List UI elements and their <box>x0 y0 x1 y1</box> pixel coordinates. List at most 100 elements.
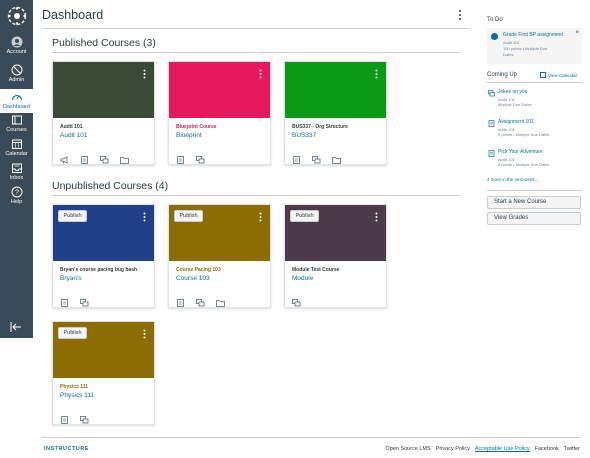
nav-account[interactable]: Account <box>0 36 33 60</box>
assignments-icon[interactable] <box>60 294 69 307</box>
todo-title[interactable]: Grade First BP assignment <box>503 32 563 38</box>
course-code[interactable]: Module <box>292 275 313 282</box>
course-card[interactable]: Publish Bryan's course pacing bug bash Bry… <box>52 204 155 308</box>
card-options-icon[interactable] <box>259 69 262 79</box>
unpublished-divider <box>52 195 459 196</box>
course-card-header[interactable] <box>169 62 270 118</box>
course-code[interactable]: Blueprint <box>176 132 202 139</box>
publish-button[interactable]: Publish <box>290 210 319 222</box>
card-options-icon[interactable] <box>143 329 146 339</box>
course-card-header[interactable] <box>53 62 154 118</box>
card-options-icon[interactable] <box>375 212 378 222</box>
discussions-icon[interactable] <box>196 151 205 164</box>
course-code[interactable]: Audit 101 <box>60 132 87 139</box>
course-name[interactable]: Module Test Course <box>292 267 339 273</box>
start-new-course-button[interactable]: Start a New Course <box>487 196 581 209</box>
nav-admin[interactable]: Admin <box>0 64 33 88</box>
discussions-icon[interactable] <box>100 151 109 164</box>
publish-button[interactable]: Publish <box>58 327 87 339</box>
coming-up-title[interactable]: Jokes on you <box>498 89 527 95</box>
course-name[interactable]: Course Pacing 103 <box>176 267 221 273</box>
footer-link-twitter[interactable]: Twitter <box>564 446 580 452</box>
view-calendar-label: View Calendar <box>548 73 578 78</box>
instructure-logo[interactable]: INSTRUCTURE <box>44 446 89 452</box>
footer-link-facebook[interactable]: Facebook <box>535 446 559 452</box>
nav-inbox-label: Inbox <box>9 175 24 181</box>
collapse-nav-icon[interactable] <box>10 322 22 332</box>
course-name[interactable]: Audit 101 <box>60 124 83 130</box>
nav-inbox[interactable]: Inbox <box>0 162 33 186</box>
files-icon[interactable] <box>120 151 129 164</box>
assignments-icon[interactable] <box>176 294 185 307</box>
course-card[interactable]: Blueprint Course Blueprint <box>168 61 271 165</box>
view-grades-button[interactable]: View Grades <box>487 212 581 225</box>
footer-link-open-source[interactable]: Open Source LMS <box>385 446 430 452</box>
nav-courses-label: Courses <box>6 127 27 133</box>
course-card-actions <box>60 294 89 307</box>
assignments-icon[interactable] <box>176 151 185 164</box>
card-options-icon[interactable] <box>143 69 146 79</box>
course-card[interactable]: BUS337 - Org Structure BUS337 <box>284 61 387 165</box>
discussions-icon[interactable] <box>196 294 205 307</box>
header-divider <box>42 28 469 29</box>
coming-up-title[interactable]: Assignment 101 <box>498 119 534 125</box>
discussions-icon[interactable] <box>292 294 301 307</box>
files-icon[interactable] <box>332 151 341 164</box>
discussions-icon[interactable] <box>80 411 89 424</box>
course-code[interactable]: BUS337 <box>292 132 316 139</box>
course-card-actions <box>292 294 301 307</box>
announcements-icon[interactable] <box>60 151 69 164</box>
canvas-logo-icon[interactable] <box>7 6 27 26</box>
card-options-icon[interactable] <box>259 212 262 222</box>
course-code[interactable]: Course 103 <box>176 275 210 282</box>
course-card-header[interactable] <box>285 62 386 118</box>
nav-dashboard[interactable]: Dashboard <box>0 89 33 113</box>
course-card[interactable]: Publish Course Pacing 103 Course 103 <box>168 204 271 308</box>
publish-button[interactable]: Publish <box>58 210 87 222</box>
discussion-icon <box>488 90 495 97</box>
assignments-icon[interactable] <box>60 411 69 424</box>
card-options-icon[interactable] <box>375 69 378 79</box>
dismiss-icon[interactable]: × <box>575 30 579 36</box>
course-name[interactable]: Bryan's course pacing bug bash <box>60 267 137 273</box>
course-card[interactable]: Audit 101 Audit 101 <box>52 61 155 165</box>
coming-up-detail: 5 points • Multiple Due Dates <box>498 162 550 167</box>
files-icon[interactable] <box>216 294 225 307</box>
dashboard-options-icon[interactable] <box>458 9 462 21</box>
assignments-icon[interactable] <box>80 151 89 164</box>
course-card[interactable]: Publish Physics 111 Physics 111 <box>52 321 155 425</box>
discussions-icon[interactable] <box>312 151 321 164</box>
discussions-icon[interactable] <box>80 294 89 307</box>
course-code[interactable]: Bryan's <box>60 275 81 282</box>
nav-help[interactable]: ? Help <box>0 186 33 210</box>
unpublished-heading: Unpublished Courses (4) <box>52 180 169 192</box>
course-card-actions <box>176 151 205 164</box>
coming-up-detail: 5 points • Multiple Due Dates <box>498 132 550 137</box>
nav-help-label: Help <box>10 199 23 205</box>
course-name[interactable]: BUS337 - Org Structure <box>292 124 348 130</box>
course-card[interactable]: Publish Module Test Course Module <box>284 204 387 308</box>
footer-divider <box>42 437 580 438</box>
course-card-actions <box>60 151 129 164</box>
view-calendar-link[interactable]: View Calendar <box>540 72 577 78</box>
nav-dashboard-label: Dashboard <box>3 104 30 110</box>
global-nav: Account Admin Dashboard Courses Calendar… <box>0 0 33 338</box>
nav-calendar[interactable]: Calendar <box>0 138 33 162</box>
footer-link-privacy[interactable]: Privacy Policy <box>436 446 470 452</box>
course-name[interactable]: Physics 111 <box>60 384 88 390</box>
course-name[interactable]: Blueprint Course <box>176 124 217 130</box>
coming-up-title[interactable]: Pick Your Adventure <box>498 149 543 155</box>
todo-item[interactable]: Grade First BP assignment Audit 101 100 … <box>487 28 582 64</box>
assignments-icon[interactable] <box>292 151 301 164</box>
course-card-actions <box>176 294 225 307</box>
calendar-icon <box>11 139 22 149</box>
help-icon: ? <box>11 186 22 198</box>
course-code[interactable]: Physics 111 <box>60 392 94 399</box>
card-options-icon[interactable] <box>143 212 146 222</box>
admin-icon <box>11 64 22 76</box>
more-upcoming-link[interactable]: 4 more in the next week... <box>487 177 539 182</box>
publish-button[interactable]: Publish <box>174 210 203 222</box>
nav-courses[interactable]: Courses <box>0 114 33 138</box>
published-divider <box>52 52 459 53</box>
footer-link-aup[interactable]: Acceptable Use Policy <box>475 446 530 452</box>
